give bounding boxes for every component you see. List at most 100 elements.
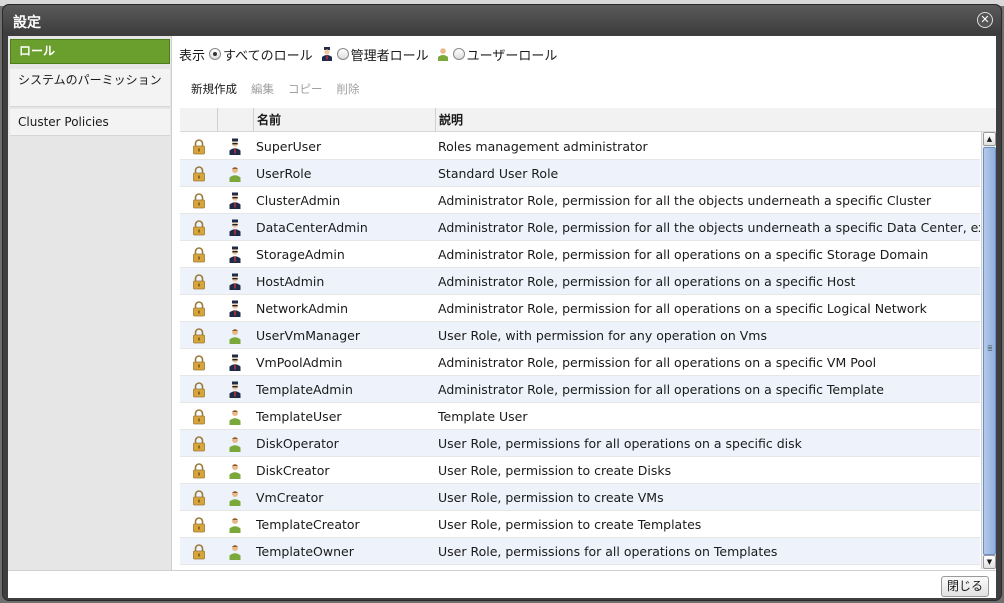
user-role-icon [229, 464, 241, 479]
lock-icon [193, 409, 205, 425]
lock-icon [193, 274, 205, 290]
lock-icon [193, 247, 205, 263]
user-role-icon [229, 545, 241, 560]
lock-icon [193, 220, 205, 236]
table-row[interactable]: NetworkAdmin Administrator Role, permissi… [180, 295, 980, 322]
table-row[interactable]: TemplateCreator User Role, permission to … [180, 511, 980, 538]
role-description: User Role, permission to create VMs [438, 490, 664, 505]
role-name: UserRole [256, 166, 312, 181]
close-icon[interactable]: ✕ [977, 12, 993, 28]
sidebar-item-label: Cluster Policies [18, 115, 109, 129]
header-description[interactable]: 説明 [435, 108, 996, 132]
table-row[interactable]: SuperUser Roles management administrator [180, 133, 980, 160]
role-name: VmCreator [256, 490, 324, 505]
lock-icon [193, 544, 205, 560]
role-name: HostAdmin [256, 274, 325, 289]
header-name[interactable]: 名前 [253, 108, 435, 132]
scrollbar-thumb[interactable]: = = [983, 147, 996, 555]
role-description: Administrator Role, permission for all o… [438, 382, 884, 397]
lock-icon [193, 490, 205, 506]
user-role-icon [229, 329, 241, 344]
roles-table: 名前 説明 SuperUser Roles management administ… [180, 108, 996, 570]
role-name: StorageAdmin [256, 247, 345, 262]
role-description: Administrator Role, permission for all o… [438, 301, 927, 316]
role-name: ClusterAdmin [256, 193, 341, 208]
dialog-content: ロール システムのパーミッション Cluster Policies 表示 すべて… [8, 36, 996, 570]
vertical-scrollbar[interactable]: ▲ = = ▼ [981, 132, 996, 569]
role-description: Administrator Role, permission for all t… [438, 220, 980, 235]
copy-button[interactable]: コピー [288, 81, 323, 97]
role-name: DiskOperator [256, 436, 339, 451]
table-row[interactable]: HostAdmin Administrator Role, permission … [180, 268, 980, 295]
user-role-icon [229, 437, 241, 452]
admin-role-icon [229, 381, 241, 398]
table-row[interactable]: UserVmManager User Role, with permission … [180, 322, 980, 349]
sidebar-item-system-permissions[interactable]: システムのパーミッション [10, 69, 170, 107]
radio-user-roles[interactable] [452, 48, 465, 60]
radio-all-roles[interactable] [209, 48, 222, 60]
radio-admin-roles[interactable] [336, 48, 349, 60]
role-name: TemplateCreator [256, 517, 360, 532]
user-role-icon [437, 48, 448, 61]
lock-icon [193, 382, 205, 398]
table-header: 名前 説明 [180, 108, 996, 132]
table-row[interactable]: DataCenterAdmin Administrator Role, permi… [180, 214, 980, 241]
role-name: TemplateUser [256, 409, 342, 424]
role-name: TemplateAdmin [256, 382, 353, 397]
role-name: SuperUser [256, 139, 322, 154]
scroll-up-icon[interactable]: ▲ [983, 132, 996, 146]
role-description: User Role, permission to create Template… [438, 517, 702, 532]
role-description: User Role, with permission for any opera… [438, 328, 767, 343]
table-row[interactable]: ClusterAdmin Administrator Role, permissi… [180, 187, 980, 214]
filter-label: 表示 [179, 48, 206, 64]
role-description: User Role, permissions for all operation… [438, 544, 778, 559]
scroll-down-icon[interactable]: ▼ [983, 555, 996, 569]
role-description: User Role, permission to create Disks [438, 463, 672, 478]
main-panel: 表示 すべてのロール 管理者ロール ユーザーロール 新規作成 編集 コピー 削除… [172, 36, 996, 570]
table-row[interactable]: DiskOperator User Role, permissions for a… [180, 430, 980, 457]
table-row[interactable]: VmCreator User Role, permission to create… [180, 484, 980, 511]
close-button[interactable]: 閉じる [941, 576, 989, 597]
lock-icon [193, 517, 205, 533]
edit-button[interactable]: 編集 [251, 81, 274, 97]
role-description: Administrator Role, permission for all o… [438, 247, 929, 262]
radio-user-roles-label[interactable]: ユーザーロール [467, 45, 558, 64]
lock-icon [193, 463, 205, 479]
dialog-title: 設定 [13, 15, 41, 31]
table-row[interactable]: VmPoolAdmin Administrator Role, permissio… [180, 349, 980, 376]
admin-role-icon [229, 246, 241, 263]
role-description: Administrator Role, permission for all o… [438, 355, 877, 370]
table-row[interactable]: TemplateUser Template User [180, 403, 980, 430]
header-type-column[interactable] [217, 108, 253, 132]
role-name: DataCenterAdmin [256, 220, 368, 235]
lock-icon [193, 328, 205, 344]
user-role-icon [229, 167, 241, 182]
delete-button[interactable]: 削除 [337, 81, 360, 97]
sidebar-item-roles[interactable]: ロール [10, 39, 170, 64]
table-row[interactable]: DiskCreator User Role, permission to crea… [180, 457, 980, 484]
radio-admin-roles-label[interactable]: 管理者ロール [351, 45, 429, 64]
table-row[interactable]: StorageAdmin Administrator Role, permissi… [180, 241, 980, 268]
table-row[interactable]: TemplateOwner User Role, permissions for … [180, 538, 980, 565]
role-description: Administrator Role, permission for all t… [438, 193, 932, 208]
radio-all-roles-label[interactable]: すべてのロール [223, 45, 313, 64]
role-description: Template User [438, 409, 528, 424]
admin-role-icon [321, 47, 332, 61]
role-description: User Role, permissions for all operation… [438, 436, 802, 451]
role-name: UserVmManager [256, 328, 361, 343]
lock-icon [193, 139, 205, 155]
lock-icon [193, 166, 205, 182]
table-row[interactable]: UserRole Standard User Role [180, 160, 980, 187]
role-name: TemplateOwner [256, 544, 354, 559]
lock-icon [193, 436, 205, 452]
admin-role-icon [229, 219, 241, 236]
admin-role-icon [229, 300, 241, 317]
table-row[interactable]: TemplateAdmin Administrator Role, permiss… [180, 376, 980, 403]
role-name: VmPoolAdmin [256, 355, 343, 370]
new-button[interactable]: 新規作成 [191, 81, 237, 97]
lock-icon [193, 193, 205, 209]
admin-role-icon [229, 273, 241, 290]
user-role-icon [229, 491, 241, 506]
user-role-icon [229, 410, 241, 425]
sidebar-item-cluster-policies[interactable]: Cluster Policies [10, 109, 170, 136]
